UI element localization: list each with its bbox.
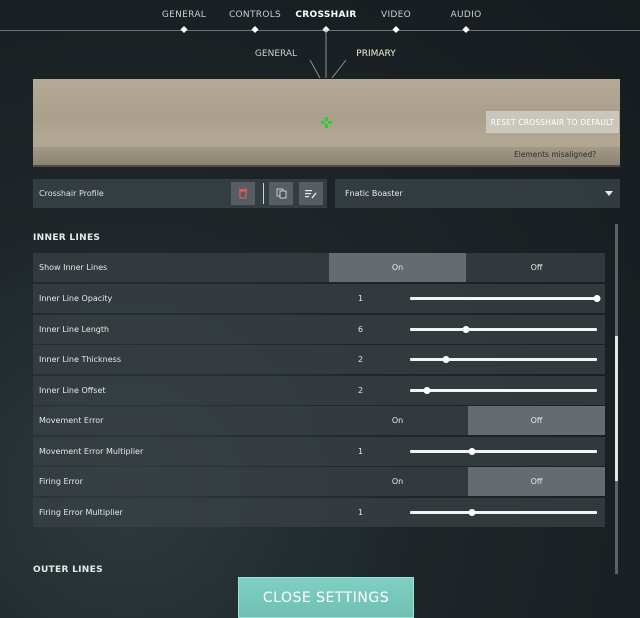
profile-selected-value: Fnatic Boaster xyxy=(345,189,403,198)
tab-marker xyxy=(251,25,259,34)
tab-general[interactable]: GENERAL xyxy=(162,10,206,20)
movement-error-on-button[interactable]: On xyxy=(329,406,466,435)
crosshair-profile-row: Crosshair Profile Fnatic Boaster xyxy=(33,179,620,208)
movement-error-off-button[interactable]: Off xyxy=(468,406,605,435)
setting-value[interactable]: 1 xyxy=(358,294,363,303)
firing-error-multiplier-slider[interactable] xyxy=(410,509,597,516)
tab-video[interactable]: VIDEO xyxy=(381,10,411,20)
tab-marker xyxy=(392,25,400,34)
inner-line-offset-slider[interactable] xyxy=(410,387,597,394)
inner-line-thickness-slider[interactable] xyxy=(410,356,597,363)
tab-crosshair[interactable]: CROSSHAIR xyxy=(295,10,356,20)
setting-label: Inner Line Length xyxy=(39,325,110,334)
profile-label-area: Crosshair Profile xyxy=(33,179,327,208)
elements-misaligned-link[interactable]: Elements misaligned? xyxy=(514,150,596,159)
inner-line-length-slider[interactable] xyxy=(410,326,597,333)
profile-dropdown[interactable]: Fnatic Boaster xyxy=(335,179,620,208)
slider-handle[interactable] xyxy=(468,509,476,516)
chevron-down-icon xyxy=(605,191,613,196)
inner-line-length-row: Inner Line Length 6 xyxy=(33,315,605,344)
firing-error-row: Firing Error On Off xyxy=(33,467,605,496)
setting-value[interactable]: 2 xyxy=(358,386,363,395)
profile-label: Crosshair Profile xyxy=(39,189,104,198)
delete-icon xyxy=(239,189,247,199)
tab-audio[interactable]: AUDIO xyxy=(451,10,482,20)
crosshair-icon xyxy=(321,117,332,128)
setting-label: Movement Error xyxy=(39,416,104,425)
movement-error-multiplier-slider[interactable] xyxy=(410,448,597,455)
firing-error-on-button[interactable]: On xyxy=(329,467,466,496)
slider-handle[interactable] xyxy=(423,387,431,394)
firing-error-multiplier-row: Firing Error Multiplier 1 xyxy=(33,498,605,527)
show-inner-lines-on-button[interactable]: On xyxy=(329,253,466,282)
inner-line-thickness-row: Inner Line Thickness 2 xyxy=(33,345,605,374)
icon-divider xyxy=(263,183,264,204)
slider-handle[interactable] xyxy=(462,326,470,333)
firing-error-off-button[interactable]: Off xyxy=(468,467,605,496)
inner-line-opacity-slider[interactable] xyxy=(410,295,601,302)
movement-error-multiplier-row: Movement Error Multiplier 1 xyxy=(33,437,605,466)
slider-handle[interactable] xyxy=(442,356,450,363)
setting-value[interactable]: 6 xyxy=(358,325,363,334)
setting-value[interactable]: 2 xyxy=(358,355,363,364)
setting-label: Inner Line Offset xyxy=(39,386,106,395)
setting-value[interactable]: 1 xyxy=(358,508,363,517)
rename-profile-button[interactable] xyxy=(299,182,323,205)
scrollbar-thumb[interactable] xyxy=(615,336,618,481)
inner-line-offset-row: Inner Line Offset 2 xyxy=(33,376,605,405)
show-inner-lines-row: Show Inner Lines On Off xyxy=(33,253,605,282)
outer-lines-heading: OUTER LINES xyxy=(33,565,103,575)
copy-profile-button[interactable] xyxy=(269,182,293,205)
slider-handle[interactable] xyxy=(593,295,601,302)
setting-value[interactable]: 1 xyxy=(358,447,363,456)
setting-label: Firing Error xyxy=(39,477,83,486)
delete-profile-button[interactable] xyxy=(231,182,255,205)
show-inner-lines-off-button[interactable]: Off xyxy=(468,253,605,282)
close-settings-button[interactable]: CLOSE SETTINGS xyxy=(238,577,414,618)
tab-controls[interactable]: CONTROLS xyxy=(229,10,281,20)
subtab-connector-lines xyxy=(309,30,347,79)
setting-label: Show Inner Lines xyxy=(39,263,108,272)
setting-label: Movement Error Multiplier xyxy=(39,447,144,456)
setting-label: Firing Error Multiplier xyxy=(39,508,123,517)
top-nav: GENERAL CONTROLS CROSSHAIR VIDEO AUDIO xyxy=(0,0,640,34)
rename-icon xyxy=(305,189,317,198)
copy-icon xyxy=(276,188,286,199)
reset-crosshair-button[interactable]: RESET CROSSHAIR TO DEFAULT xyxy=(486,111,619,133)
setting-label: Inner Line Opacity xyxy=(39,294,113,303)
tab-marker xyxy=(462,25,470,34)
setting-label: Inner Line Thickness xyxy=(39,355,122,364)
inner-line-opacity-row: Inner Line Opacity 1 xyxy=(33,284,605,313)
movement-error-row: Movement Error On Off xyxy=(33,406,605,435)
subtab-primary[interactable]: PRIMARY xyxy=(356,49,395,59)
slider-handle[interactable] xyxy=(468,448,476,455)
inner-lines-heading: INNER LINES xyxy=(33,233,101,243)
tab-marker xyxy=(180,25,188,34)
